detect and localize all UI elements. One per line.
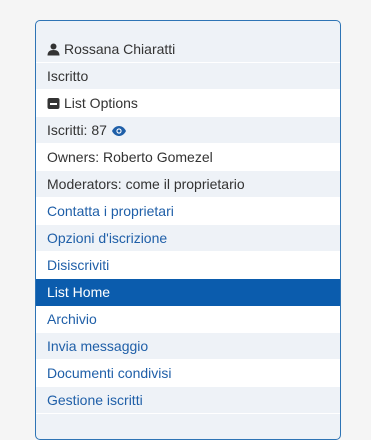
manage-subscribers-link[interactable]: Gestione iscritti [36,387,340,414]
archive-link[interactable]: Archivio [36,306,340,333]
eye-icon[interactable] [111,119,127,146]
send-message-link[interactable]: Invia messaggio [36,333,340,360]
list-options-row: List Options [36,90,340,117]
owners-row: Owners: Roberto Gomezel [36,144,340,171]
unsubscribe-link[interactable]: Disiscriviti [36,252,340,279]
contact-owners-link[interactable]: Contatta i proprietari [36,198,340,225]
subscribers-count-row: Iscritti: 87 [36,117,340,144]
shared-documents-link[interactable]: Documenti condivisi [36,360,340,387]
user-name-row: Rossana Chiaratti [36,36,340,63]
user-icon [47,38,60,65]
moderators-label: Moderators: come il proprietario [47,176,245,192]
list-home-link[interactable]: List Home [36,279,340,306]
sidebar-menu: Rossana Chiaratti Iscritto List Options … [36,36,340,414]
subscribers-count: Iscritti: 87 [47,122,107,138]
list-options-icon [47,92,60,119]
owners-label: Owners: Roberto Gomezel [47,149,213,165]
user-name: Rossana Chiaratti [64,41,176,57]
moderators-row: Moderators: come il proprietario [36,171,340,198]
subscription-status-label: Iscritto [47,68,89,84]
subscription-options-link[interactable]: Opzioni d'iscrizione [36,225,340,252]
sidebar-panel: Rossana Chiaratti Iscritto List Options … [35,20,341,440]
subscription-status: Iscritto [36,63,340,90]
list-options-label: List Options [64,95,138,111]
